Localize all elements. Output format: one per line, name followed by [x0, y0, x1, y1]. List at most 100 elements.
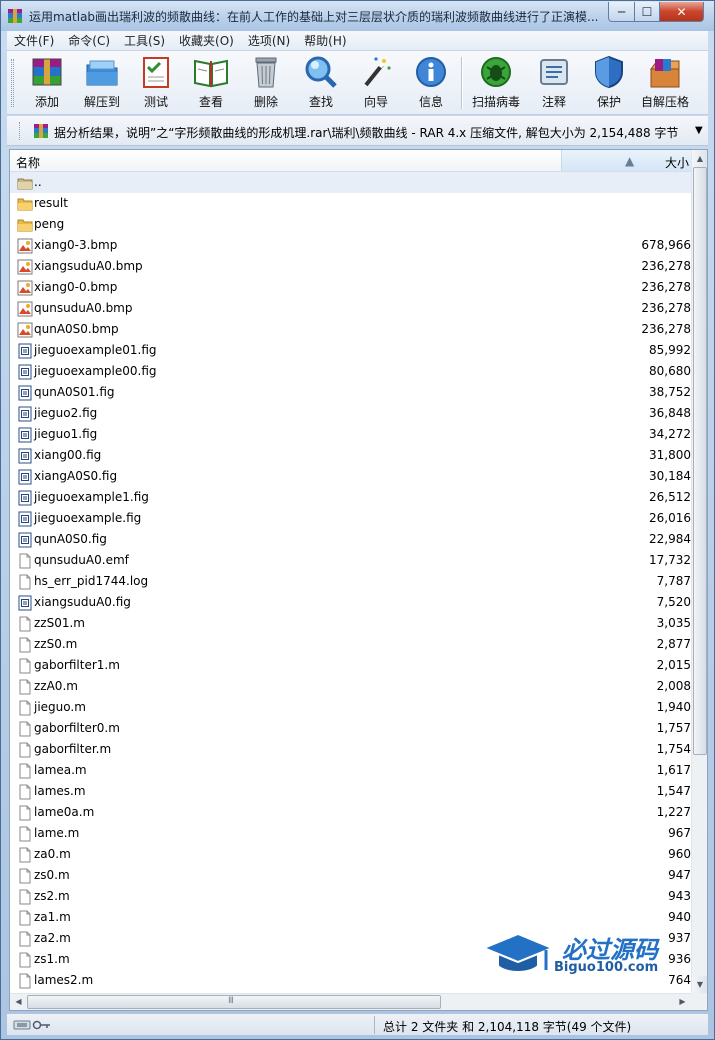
- file-list[interactable]: 名称 ▲ 大小 .. result peng xiang0-3.bmp 678,966 x…: [9, 149, 708, 1011]
- title-bar[interactable]: 运用matlab画出瑞利波的频散曲线：在前人工作的基础上对三层层状介质的瑞利波频…: [1, 1, 714, 31]
- file-name: gaborfilter0.m: [34, 721, 120, 735]
- file-size: 1,754: [656, 742, 691, 756]
- figure-file-icon: [17, 343, 33, 359]
- view-button[interactable]: 查看: [183, 55, 239, 111]
- file-row[interactable]: qunA0S0.fig 22,984: [10, 529, 691, 550]
- file-size: 26,016: [649, 511, 691, 525]
- wizard-icon: [364, 57, 391, 87]
- close-button[interactable]: ✕: [659, 2, 704, 22]
- scroll-up-icon[interactable]: ▲: [692, 150, 707, 167]
- menu-help[interactable]: 帮助(H): [297, 32, 353, 49]
- figure-file-icon: [17, 532, 33, 548]
- status-bar: 总计 2 文件夹 和 2,104,118 字节(49 个文件): [7, 1013, 708, 1035]
- wizard-button[interactable]: 向导: [348, 55, 404, 111]
- delete-label: 删除: [253, 95, 278, 109]
- menu-file[interactable]: 文件(F): [7, 32, 61, 49]
- file-row[interactable]: jieguo.m 1,940: [10, 697, 691, 718]
- file-row[interactable]: jieguoexample.fig 26,016: [10, 508, 691, 529]
- status-divider: [374, 1016, 375, 1034]
- file-row[interactable]: xiang0-3.bmp 678,966: [10, 235, 691, 256]
- file-name: za0.m: [34, 847, 71, 861]
- file-row[interactable]: qunsuduA0.bmp 236,278: [10, 298, 691, 319]
- vertical-scrollbar[interactable]: ▲ ▼: [691, 150, 707, 993]
- maximize-button[interactable]: ☐: [634, 2, 660, 22]
- toolbar-separator: [461, 57, 463, 109]
- folder-row[interactable]: result: [10, 193, 691, 214]
- scroll-left-icon[interactable]: ◀: [10, 994, 27, 1010]
- menu-options[interactable]: 选项(N): [241, 32, 297, 49]
- menu-favorites[interactable]: 收藏夹(O): [172, 32, 241, 49]
- scroll-down-icon[interactable]: ▼: [692, 976, 707, 993]
- menu-tools[interactable]: 工具(S): [117, 32, 172, 49]
- figure-file-icon: [17, 469, 33, 485]
- file-row[interactable]: lamea.m 1,617: [10, 760, 691, 781]
- toolbar-grip[interactable]: [11, 59, 14, 107]
- file-name: zs1.m: [34, 952, 70, 966]
- folder-row[interactable]: ..: [10, 172, 691, 193]
- column-header-name[interactable]: 名称: [16, 154, 40, 171]
- file-row[interactable]: gaborfilter.m 1,754: [10, 739, 691, 760]
- horizontal-scrollbar[interactable]: ◀ III ▶: [10, 993, 691, 1010]
- file-row[interactable]: jieguo1.fig 34,272: [10, 424, 691, 445]
- graduation-cap-icon: [482, 932, 554, 973]
- file-row[interactable]: zzS0.m 2,877: [10, 634, 691, 655]
- vertical-scroll-thumb[interactable]: [693, 167, 707, 755]
- add-button[interactable]: 添加: [19, 55, 75, 111]
- toolbar: 添加 解压到 测试 查看 删除 查找 向导 信息 扫描病毒 注释 保护 自解压格: [7, 51, 708, 115]
- file-row[interactable]: zs2.m 943: [10, 886, 691, 907]
- find-icon: [305, 56, 337, 88]
- document-file-icon: [17, 721, 33, 737]
- test-button[interactable]: 测试: [128, 55, 184, 111]
- file-name: jieguo.m: [34, 700, 86, 714]
- menu-commands[interactable]: 命令(C): [61, 32, 117, 49]
- file-row[interactable]: gaborfilter0.m 1,757: [10, 718, 691, 739]
- comment-icon: [540, 59, 568, 85]
- file-row[interactable]: za1.m 940: [10, 907, 691, 928]
- file-row[interactable]: xiangsuduA0.fig 7,520: [10, 592, 691, 613]
- comment-button[interactable]: 注释: [526, 55, 582, 111]
- file-row[interactable]: qunA0S0.bmp 236,278: [10, 319, 691, 340]
- file-row[interactable]: zs0.m 947: [10, 865, 691, 886]
- info-label: 信息: [418, 95, 443, 109]
- horizontal-scroll-thumb[interactable]: III: [27, 995, 441, 1009]
- file-row[interactable]: xiang0-0.bmp 236,278: [10, 277, 691, 298]
- file-row[interactable]: jieguo2.fig 36,848: [10, 403, 691, 424]
- find-label: 查找: [308, 95, 333, 109]
- file-name: jieguo2.fig: [34, 406, 98, 420]
- file-row[interactable]: gaborfilter1.m 2,015: [10, 655, 691, 676]
- address-bar[interactable]: 据分析结果，说明”之“字形频散曲线的形成机理.rar\瑞利\频散曲线 - RAR…: [7, 116, 708, 146]
- folder-row[interactable]: peng: [10, 214, 691, 235]
- extract-to-button[interactable]: 解压到: [74, 55, 130, 111]
- document-file-icon: [17, 679, 33, 695]
- sfx-button[interactable]: 自解压格: [637, 55, 693, 111]
- file-row[interactable]: qunsuduA0.emf 17,732: [10, 550, 691, 571]
- file-row[interactable]: xiangA0S0.fig 30,184: [10, 466, 691, 487]
- minimize-button[interactable]: ─: [608, 2, 635, 22]
- virus-scan-button[interactable]: 扫描病毒: [468, 55, 524, 111]
- file-row[interactable]: lame.m 967: [10, 823, 691, 844]
- file-name: qunA0S0.fig: [34, 532, 107, 546]
- file-row[interactable]: zzA0.m 2,008: [10, 676, 691, 697]
- file-row[interactable]: jieguoexample01.fig 85,992: [10, 340, 691, 361]
- file-row[interactable]: lame0a.m 1,227: [10, 802, 691, 823]
- file-row[interactable]: zzS01.m 3,035: [10, 613, 691, 634]
- file-row[interactable]: za0.m 960: [10, 844, 691, 865]
- file-row[interactable]: xiang00.fig 31,800: [10, 445, 691, 466]
- bitmap-file-icon: [17, 259, 33, 275]
- file-row[interactable]: jieguoexample00.fig 80,680: [10, 361, 691, 382]
- find-button[interactable]: 查找: [293, 55, 349, 111]
- file-row[interactable]: qunA0S01.fig 38,752: [10, 382, 691, 403]
- status-key-icon[interactable]: [13, 1018, 53, 1032]
- column-header-size[interactable]: ▲ 大小: [561, 150, 691, 171]
- bitmap-file-icon: [17, 238, 33, 254]
- delete-button[interactable]: 删除: [238, 55, 294, 111]
- address-dropdown-icon[interactable]: ▼: [695, 125, 703, 136]
- file-size: 17,732: [649, 553, 691, 567]
- info-button[interactable]: 信息: [403, 55, 459, 111]
- file-row[interactable]: lames.m 1,547: [10, 781, 691, 802]
- file-row[interactable]: jieguoexample1.fig 26,512: [10, 487, 691, 508]
- protect-button[interactable]: 保护: [581, 55, 637, 111]
- file-row[interactable]: hs_err_pid1744.log 7,787: [10, 571, 691, 592]
- file-row[interactable]: xiangsuduA0.bmp 236,278: [10, 256, 691, 277]
- scroll-right-icon[interactable]: ▶: [674, 994, 691, 1010]
